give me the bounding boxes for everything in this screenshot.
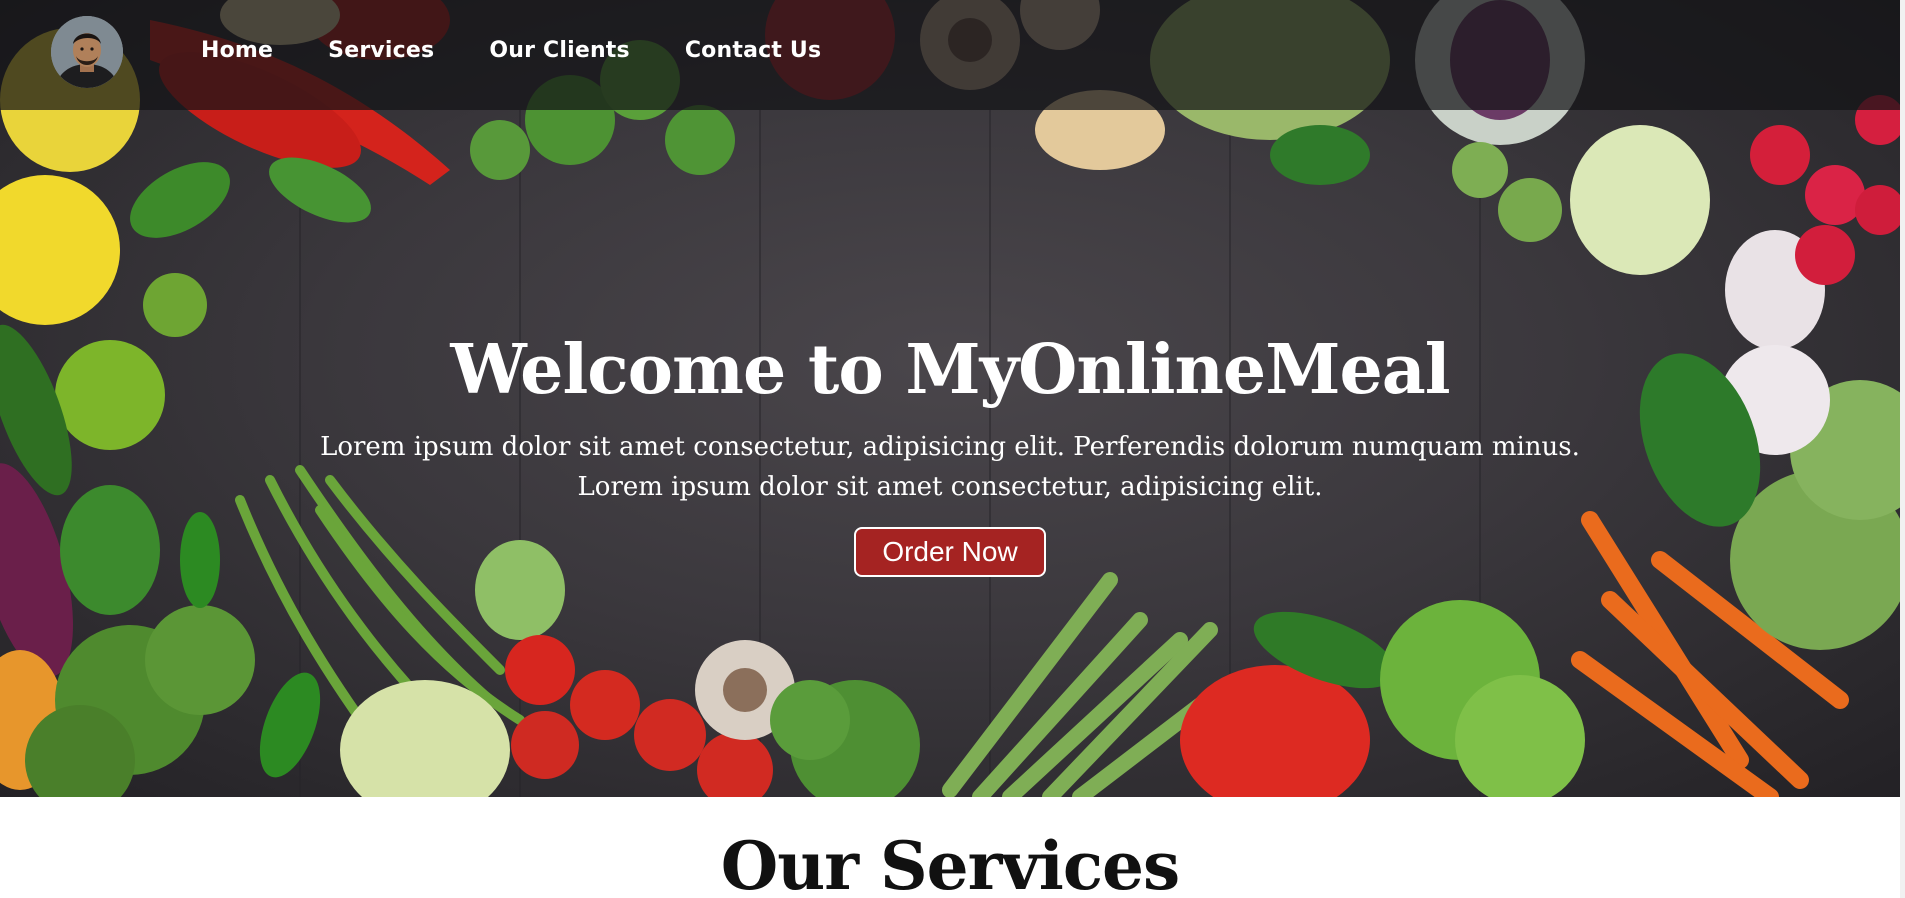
avatar[interactable] — [51, 16, 123, 88]
profile-photo-icon — [51, 16, 123, 88]
nav-item-services: Services — [328, 38, 434, 63]
page: Welcome to MyOnlineMeal Lorem ipsum dolo… — [0, 0, 1905, 898]
hero-content: Welcome to MyOnlineMeal Lorem ipsum dolo… — [0, 325, 1900, 577]
nav-link-our-clients[interactable]: Our Clients — [489, 38, 630, 63]
nav-link-contact-us[interactable]: Contact Us — [685, 38, 821, 63]
nav-item-contact-us: Contact Us — [685, 38, 821, 63]
hero-section: Welcome to MyOnlineMeal Lorem ipsum dolo… — [0, 0, 1900, 797]
services-section: Our Services — [0, 797, 1900, 898]
nav-item-home: Home — [201, 38, 273, 63]
hero-title: Welcome to MyOnlineMeal — [450, 330, 1450, 410]
page-scrollbar[interactable] — [1900, 0, 1905, 898]
nav-links: Home Services Our Clients Contact Us — [201, 38, 876, 63]
nav-link-home[interactable]: Home — [201, 38, 273, 63]
hero-subtitle: Lorem ipsum dolor sit amet consectetur, … — [320, 432, 1580, 502]
order-now-button[interactable]: Order Now — [854, 527, 1046, 577]
services-title: Our Services — [720, 827, 1180, 898]
navbar: Home Services Our Clients Contact Us — [0, 0, 1900, 110]
nav-item-our-clients: Our Clients — [489, 38, 630, 63]
nav-link-services[interactable]: Services — [328, 38, 434, 63]
